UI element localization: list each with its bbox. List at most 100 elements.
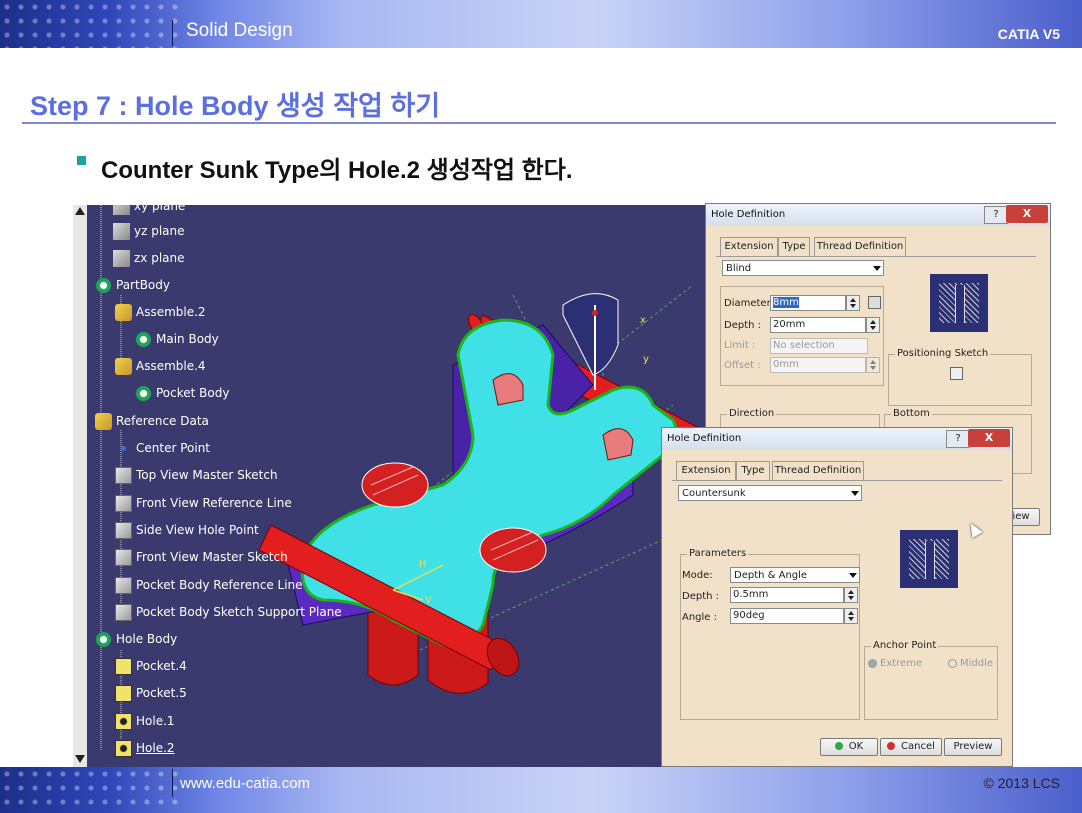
header-band: Solid Design CATIA V5	[0, 0, 1082, 48]
depth-label: Depth :	[682, 591, 720, 602]
body-icon	[135, 331, 152, 348]
footer-band: www.edu-catia.com © 2013 LCS	[0, 767, 1082, 813]
extension-preview-image	[930, 274, 988, 332]
tree-item-partbody[interactable]: PartBody	[95, 277, 170, 294]
hole-type-select[interactable]: Countersunk	[678, 485, 862, 501]
tree-item-reference-data[interactable]: Reference Data	[95, 413, 209, 430]
footer-pattern	[0, 767, 180, 813]
tree-item-yz-plane[interactable]: yz plane	[113, 223, 185, 240]
header-separator	[172, 20, 173, 46]
tree-item-front-view-master-sketch[interactable]: Front View Master Sketch	[115, 549, 288, 566]
mode-select[interactable]: Depth & Angle	[730, 567, 860, 583]
sketch-icon	[115, 604, 132, 621]
positioning-sketch-group: Positioning Sketch	[888, 348, 1032, 406]
dialog-title: Hole Definition	[711, 209, 786, 220]
help-button[interactable]: ?	[984, 206, 1008, 224]
angle-label: Angle :	[682, 612, 718, 623]
sketch-icon	[115, 522, 132, 539]
help-button[interactable]: ?	[946, 430, 970, 448]
dialog-title: Hole Definition	[667, 433, 742, 444]
ok-button[interactable]: OK	[820, 738, 878, 756]
tree-item-xy-plane[interactable]: xy plane	[113, 205, 185, 215]
tree-item-front-view-reference-line[interactable]: Front View Reference Line	[115, 495, 292, 512]
assemble-icon	[115, 304, 132, 321]
tab-extension[interactable]: Extension	[676, 461, 736, 480]
radio-icon	[948, 658, 957, 668]
tree-item-pocket-body-reference-line[interactable]: Pocket Body Reference Line	[115, 577, 303, 594]
dialog-titlebar: Hole Definition ? X	[662, 428, 1012, 450]
tree-item-main-body[interactable]: Main Body	[135, 331, 219, 348]
extension-type-select[interactable]: Blind	[722, 260, 884, 276]
header-pattern	[0, 0, 180, 48]
countersink-depth-field[interactable]: 0.5mm	[730, 587, 844, 603]
anchor-extreme-radio[interactable]: Extreme	[868, 658, 922, 669]
radio-icon	[868, 658, 877, 668]
step-divider	[22, 122, 1056, 124]
axis-label-v: V	[425, 595, 432, 606]
tree-item-pocket-4[interactable]: Pocket.4	[115, 658, 187, 675]
bullet-icon	[77, 156, 86, 165]
footer-url[interactable]: www.edu-catia.com	[180, 775, 310, 792]
point-icon	[115, 440, 132, 457]
sketch-icon	[115, 495, 132, 512]
tree-item-center-point[interactable]: Center Point	[115, 440, 210, 457]
cursor-icon	[965, 519, 983, 539]
sketch-icon-button[interactable]	[950, 367, 963, 380]
body-icon	[95, 277, 112, 294]
tree-item-hole-body[interactable]: Hole Body	[95, 631, 177, 648]
step-title: Step 7 : Hole Body 생성 작업 하기	[30, 91, 441, 121]
dialog-titlebar: Hole Definition ? X	[706, 204, 1050, 226]
axis-label-y: y	[643, 354, 649, 365]
catia-screenshot: x y H V xy plane yz plane zx plane PartB…	[73, 205, 705, 767]
tab-thread-definition[interactable]: Thread Definition	[772, 461, 864, 480]
close-button[interactable]: X	[968, 429, 1010, 447]
tree-item-pocket-5[interactable]: Pocket.5	[115, 685, 187, 702]
ok-icon	[834, 742, 843, 750]
footer-separator	[172, 769, 173, 797]
countersink-angle-field[interactable]: 90deg	[730, 608, 844, 624]
mode-label: Mode:	[682, 570, 713, 581]
close-button[interactable]: X	[1006, 205, 1048, 223]
tree-item-hole-2[interactable]: Hole.2	[115, 740, 175, 757]
chevron-down-icon	[849, 573, 857, 578]
tab-divider	[716, 256, 1036, 257]
cancel-button[interactable]: Cancel	[880, 738, 942, 756]
tree-item-hole-1[interactable]: Hole.1	[115, 713, 175, 730]
assemble-icon	[115, 358, 132, 375]
body-icon	[135, 385, 152, 402]
sketch-icon	[115, 467, 132, 484]
chevron-down-icon	[851, 491, 859, 496]
hole-icon	[115, 713, 132, 730]
tab-divider	[672, 480, 1002, 481]
header-title: Solid Design	[186, 20, 293, 41]
tree-item-pocket-body-sketch-support-plane[interactable]: Pocket Body Sketch Support Plane	[115, 604, 342, 621]
angle-stepper[interactable]	[844, 608, 858, 624]
footer-copyright: © 2013 LCS	[983, 775, 1060, 791]
tree-item-zx-plane[interactable]: zx plane	[113, 250, 185, 267]
axis-label-x: x	[640, 315, 646, 326]
tab-extension[interactable]: Extension	[720, 237, 778, 256]
tab-type[interactable]: Type	[778, 237, 810, 256]
chevron-down-icon	[873, 266, 881, 271]
tree-item-pocket-body[interactable]: Pocket Body	[135, 385, 229, 402]
reference-data-icon	[95, 413, 112, 430]
sketch-icon	[115, 577, 132, 594]
anchor-middle-radio[interactable]: Middle	[948, 658, 993, 669]
tab-thread-definition[interactable]: Thread Definition	[814, 237, 906, 256]
hole-definition-dialog-type: Hole Definition ? X Extension Type Threa…	[661, 427, 1013, 767]
preview-button[interactable]: Preview	[944, 738, 1002, 756]
body-icon	[95, 631, 112, 648]
cancel-icon	[887, 742, 896, 750]
depth-stepper[interactable]	[844, 587, 858, 603]
tree-item-top-view-master-sketch[interactable]: Top View Master Sketch	[115, 467, 278, 484]
tree-item-side-view-hole-point[interactable]: Side View Hole Point	[115, 522, 259, 539]
plane-icon	[113, 205, 130, 215]
countersunk-preview-image	[900, 530, 958, 588]
sketch-icon	[115, 549, 132, 566]
tab-type[interactable]: Type	[736, 461, 770, 480]
tree-item-assemble-2[interactable]: Assemble.2	[115, 304, 206, 321]
pocket-icon	[115, 685, 132, 702]
plane-icon	[113, 250, 130, 267]
bullet-text: Counter Sunk Type의 Hole.2 생성작업 한다.	[101, 157, 573, 184]
tree-item-assemble-4[interactable]: Assemble.4	[115, 358, 206, 375]
